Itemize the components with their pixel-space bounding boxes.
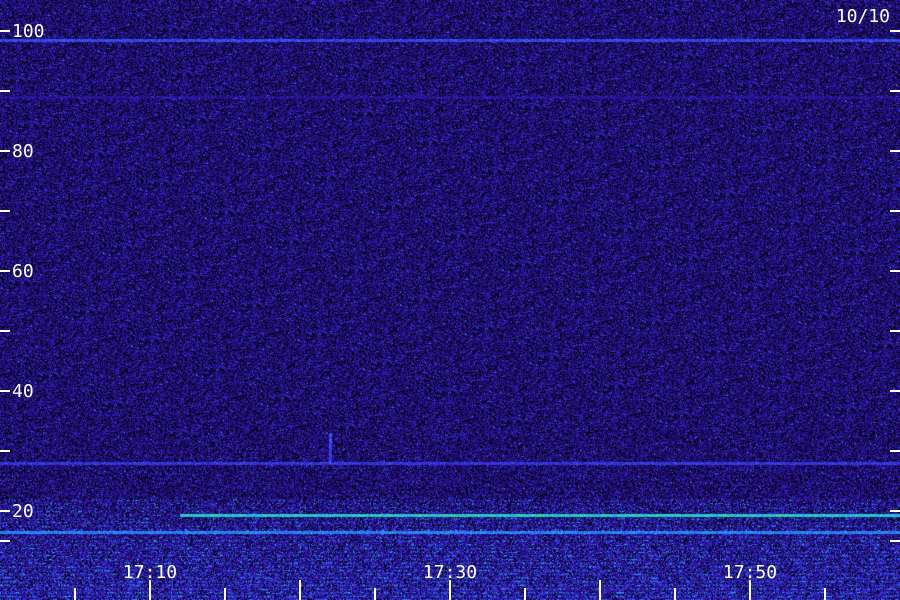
y-tick-label: 60 [12,261,34,282]
y-tick-label: 80 [12,141,34,162]
y-tick-label: 100 [12,21,45,42]
date-label: 10/10 [835,6,890,27]
chart-overlay: 20 40 60 80 100 17:10 17:30 17:50 [0,21,900,600]
y-tick-label: 40 [12,381,34,402]
x-tick-label: 17:50 [723,562,777,583]
y-axis-ticks: 20 40 60 80 100 [0,21,900,542]
x-axis-ticks: 17:10 17:30 17:50 [74,562,826,600]
x-tick-label: 17:30 [423,562,477,583]
x-tick-label: 17:10 [123,562,177,583]
y-tick-label: 20 [12,501,34,522]
